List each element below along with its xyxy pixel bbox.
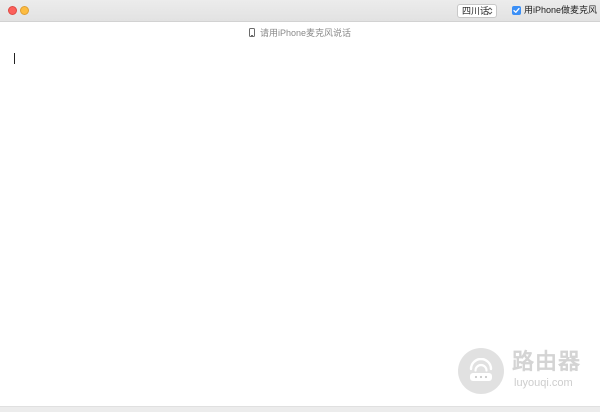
app-window: 四川话 用iPhone做麦克风 请用iPhone麦克风说话 路由器 luyouq… xyxy=(0,0,600,412)
mic-hint: 请用iPhone麦克风说话 xyxy=(0,27,600,39)
dialect-select-value: 四川话 xyxy=(462,6,490,16)
title-bar: 四川话 用iPhone做麦克风 xyxy=(0,0,600,22)
close-button[interactable] xyxy=(8,6,17,15)
use-iphone-mic-label[interactable]: 用iPhone做麦克风 xyxy=(524,5,597,16)
window-bottom-edge xyxy=(0,406,600,412)
watermark: 路由器 luyouqi.com xyxy=(458,348,594,396)
minimize-button[interactable] xyxy=(20,6,29,15)
mic-hint-text: 请用iPhone麦克风说话 xyxy=(259,28,352,38)
watermark-url: luyouqi.com xyxy=(514,377,573,389)
use-iphone-mic-checkbox[interactable] xyxy=(512,6,521,15)
checkmark-icon xyxy=(513,7,520,13)
watermark-title: 路由器 xyxy=(512,349,582,374)
dialect-select[interactable]: 四川话 xyxy=(457,4,497,18)
chevron-up-down-icon xyxy=(487,7,493,15)
iphone-icon xyxy=(248,28,255,38)
router-logo-icon xyxy=(458,348,504,394)
text-cursor xyxy=(14,53,15,64)
